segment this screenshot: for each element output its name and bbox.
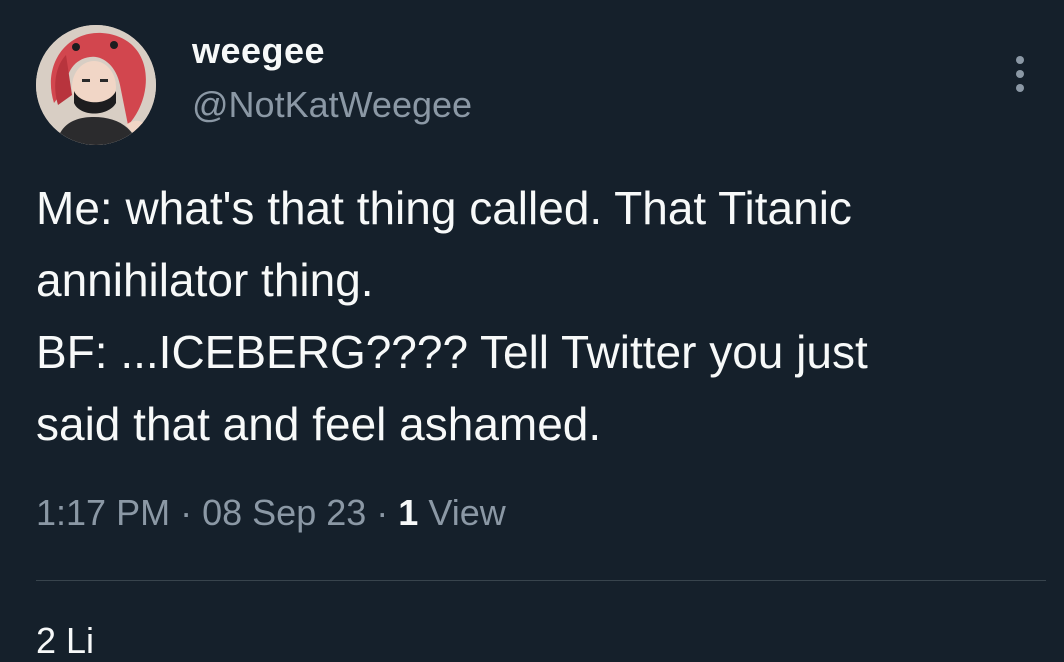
avatar-image — [36, 25, 156, 145]
user-handle[interactable]: @NotKatWeegee — [192, 84, 472, 126]
views-count: 1 — [398, 492, 419, 533]
meta-separator: · — [180, 492, 193, 533]
tweet-meta: 1:17 PM · 08 Sep 23 · 1 View — [36, 492, 506, 534]
tweet-text-line: said that and feel ashamed. — [36, 398, 602, 450]
tweet-text-line: BF: ...ICEBERG???? Tell Twitter you just — [36, 326, 868, 378]
tweet-time[interactable]: 1:17 PM — [36, 492, 170, 533]
tweet-text: Me: what's that thing called. That Titan… — [36, 172, 1046, 460]
more-options-button[interactable] — [1000, 50, 1040, 98]
tweet-date[interactable]: 08 Sep 23 — [202, 492, 366, 533]
tweet: weegee @NotKatWeegee Me: what's that thi… — [0, 0, 1064, 661]
meta-separator: · — [376, 492, 389, 533]
divider — [36, 580, 1046, 581]
tweet-text-line: Me: what's that thing called. That Titan… — [36, 182, 852, 234]
more-vertical-icon — [1016, 56, 1024, 92]
avatar[interactable] — [36, 25, 156, 145]
tweet-text-line: annihilator thing. — [36, 254, 374, 306]
likes-stat[interactable]: 2 Li — [36, 620, 94, 662]
display-name[interactable]: weegee — [192, 30, 325, 72]
views-label: View — [428, 492, 506, 533]
